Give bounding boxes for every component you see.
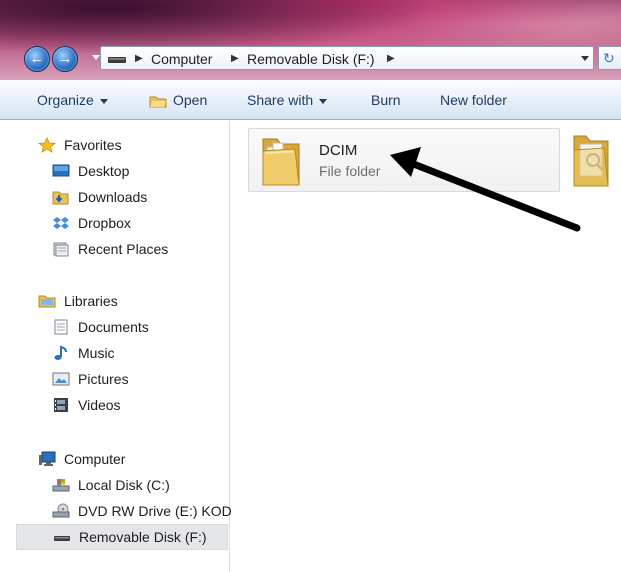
removable-disk-label: Removable Disk (F:) xyxy=(79,529,207,545)
folder-icon xyxy=(262,138,300,186)
command-bar: Organize Open Share with Burn New folder xyxy=(0,80,621,120)
desktop-icon xyxy=(52,164,70,177)
share-with-label: Share with xyxy=(247,92,314,108)
arrow-left-icon: ← xyxy=(29,50,45,67)
computer-label: Computer xyxy=(64,451,126,467)
new-folder-button[interactable]: New folder xyxy=(440,80,507,120)
annotation-arrow-icon xyxy=(390,147,581,232)
forward-button[interactable]: → xyxy=(52,46,78,72)
open-button[interactable]: Open xyxy=(149,80,207,120)
dropbox-icon xyxy=(53,217,69,229)
navigation-pane: Favorites Desktop Downloads Dropbox Rece… xyxy=(0,121,232,572)
address-history-dropdown[interactable] xyxy=(581,56,589,61)
local-disk-label: Local Disk (C:) xyxy=(78,477,170,493)
music-label: Music xyxy=(78,345,115,361)
dvd-drive-icon xyxy=(52,503,70,518)
folder-name: DCIM xyxy=(319,142,358,159)
file-list-pane: DCIM File folder xyxy=(231,121,621,572)
burn-button[interactable]: Burn xyxy=(371,80,401,120)
breadcrumb-removable-disk[interactable]: Removable Disk (F:) xyxy=(247,47,375,71)
documents-label: Documents xyxy=(78,319,149,335)
favorites-label: Favorites xyxy=(64,137,122,153)
downloads-folder-icon xyxy=(52,191,69,205)
sidebar-item-removable-disk-f[interactable]: Removable Disk (F:) xyxy=(16,524,228,550)
recent-pages-dropdown[interactable] xyxy=(92,55,100,60)
documents-icon xyxy=(54,319,68,335)
breadcrumb-computer[interactable]: Computer xyxy=(151,47,212,71)
chevron-right-icon[interactable]: ▶ xyxy=(135,47,143,71)
organize-label: Organize xyxy=(37,92,94,108)
recent-places-icon xyxy=(53,242,69,257)
arrow-right-icon: → xyxy=(57,50,73,67)
dropbox-label: Dropbox xyxy=(78,215,131,231)
back-button[interactable]: ← xyxy=(24,46,50,72)
music-note-icon xyxy=(54,345,67,360)
pictures-label: Pictures xyxy=(78,371,129,387)
share-with-menu[interactable]: Share with xyxy=(247,80,328,120)
organize-menu[interactable]: Organize xyxy=(37,80,108,120)
videos-film-icon xyxy=(54,398,68,412)
star-icon xyxy=(38,137,56,153)
open-label: Open xyxy=(173,92,208,108)
chevron-down-icon xyxy=(99,98,108,104)
drive-icon xyxy=(108,57,126,63)
new-folder-label: New folder xyxy=(440,92,507,108)
libraries-label: Libraries xyxy=(64,293,118,309)
computer-icon xyxy=(39,451,56,466)
folder-type: File folder xyxy=(319,163,381,179)
chevron-right-icon[interactable]: ▶ xyxy=(387,47,395,71)
refresh-icon[interactable]: ↻ xyxy=(598,46,621,70)
desktop-label: Desktop xyxy=(78,163,130,179)
videos-label: Videos xyxy=(78,397,121,413)
burn-label: Burn xyxy=(371,92,401,108)
libraries-icon xyxy=(38,295,56,308)
removable-disk-icon xyxy=(54,536,70,541)
local-disk-icon xyxy=(52,479,70,492)
chevron-down-icon xyxy=(319,98,328,104)
dvd-drive-label: DVD RW Drive (E:) KOD xyxy=(78,503,232,519)
address-bar[interactable]: ▶ Computer ▶ Removable Disk (F:) ▶ xyxy=(100,46,594,70)
pictures-icon xyxy=(52,372,70,386)
recent-places-label: Recent Places xyxy=(78,241,169,257)
open-folder-icon xyxy=(149,96,167,108)
downloads-label: Downloads xyxy=(78,189,148,205)
chevron-right-icon[interactable]: ▶ xyxy=(231,47,239,71)
